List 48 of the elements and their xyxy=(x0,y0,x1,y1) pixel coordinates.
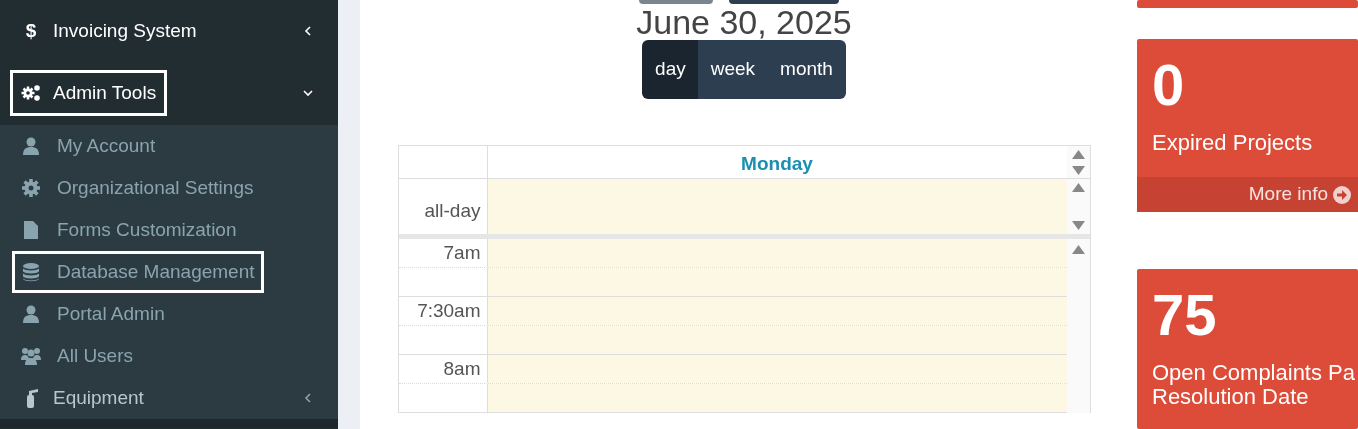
button[interactable] xyxy=(729,0,839,4)
chevron-left-icon xyxy=(302,25,314,37)
stat-label: Open Complaints Pa Resolution Date xyxy=(1151,359,1356,410)
view-button[interactable]: week xyxy=(697,40,769,99)
time-slot[interactable] xyxy=(487,326,1067,354)
time-label: 7am xyxy=(443,242,481,263)
menu-item[interactable]: Portal Admin xyxy=(12,292,174,336)
user-icon xyxy=(21,304,41,324)
stat-value: 0 xyxy=(1151,51,1186,114)
chevron-left-icon xyxy=(302,392,314,404)
view-button[interactable]: day xyxy=(642,40,699,99)
button[interactable] xyxy=(639,0,713,4)
stat-label: Expired Projects xyxy=(1151,129,1314,156)
time-slot[interactable] xyxy=(487,297,1067,325)
gears-icon xyxy=(21,83,41,103)
menu-item[interactable]: Forms Customization xyxy=(12,208,246,252)
time-slot[interactable] xyxy=(487,239,1067,267)
user-icon xyxy=(21,136,41,156)
all-day-label: all-day xyxy=(424,200,481,221)
time-label: 7:30am xyxy=(417,300,481,321)
chevron-down-icon xyxy=(302,87,314,99)
view-button[interactable]: month xyxy=(767,40,846,99)
time-slot[interactable] xyxy=(487,384,1067,412)
time-label: 8am xyxy=(443,358,481,379)
day-heading: Monday xyxy=(741,153,813,174)
users-icon xyxy=(21,346,41,366)
all-day-cell[interactable] xyxy=(487,179,1067,234)
scroll-down-icon xyxy=(1071,165,1085,175)
scroll-up-icon xyxy=(1071,183,1085,192)
menu-item[interactable]: $ Invoicing System xyxy=(10,7,208,55)
time-slot[interactable] xyxy=(487,268,1067,296)
scroll-up-icon xyxy=(1071,245,1085,254)
stat-value: 75 xyxy=(1151,281,1218,345)
dollar-icon: $ xyxy=(21,16,41,46)
menu-item[interactable]: Equipment xyxy=(12,376,153,420)
menu-item[interactable]: All Users xyxy=(12,334,142,378)
scroll-up-icon xyxy=(1071,149,1085,159)
arrow-circle-right-icon xyxy=(1332,184,1352,205)
database-icon xyxy=(21,262,41,282)
menu-item[interactable]: Database Management xyxy=(12,250,264,294)
file-icon xyxy=(21,220,41,240)
menu-item[interactable]: Admin Tools xyxy=(10,69,168,117)
menu-item[interactable]: Organizational Settings xyxy=(12,166,263,210)
time-slot[interactable] xyxy=(487,355,1067,383)
gear-icon xyxy=(21,178,41,198)
scroll-down-icon xyxy=(1071,221,1085,230)
calendar-date-title: June 30, 2025 xyxy=(636,5,852,39)
menu-item[interactable]: My Account xyxy=(12,124,165,168)
